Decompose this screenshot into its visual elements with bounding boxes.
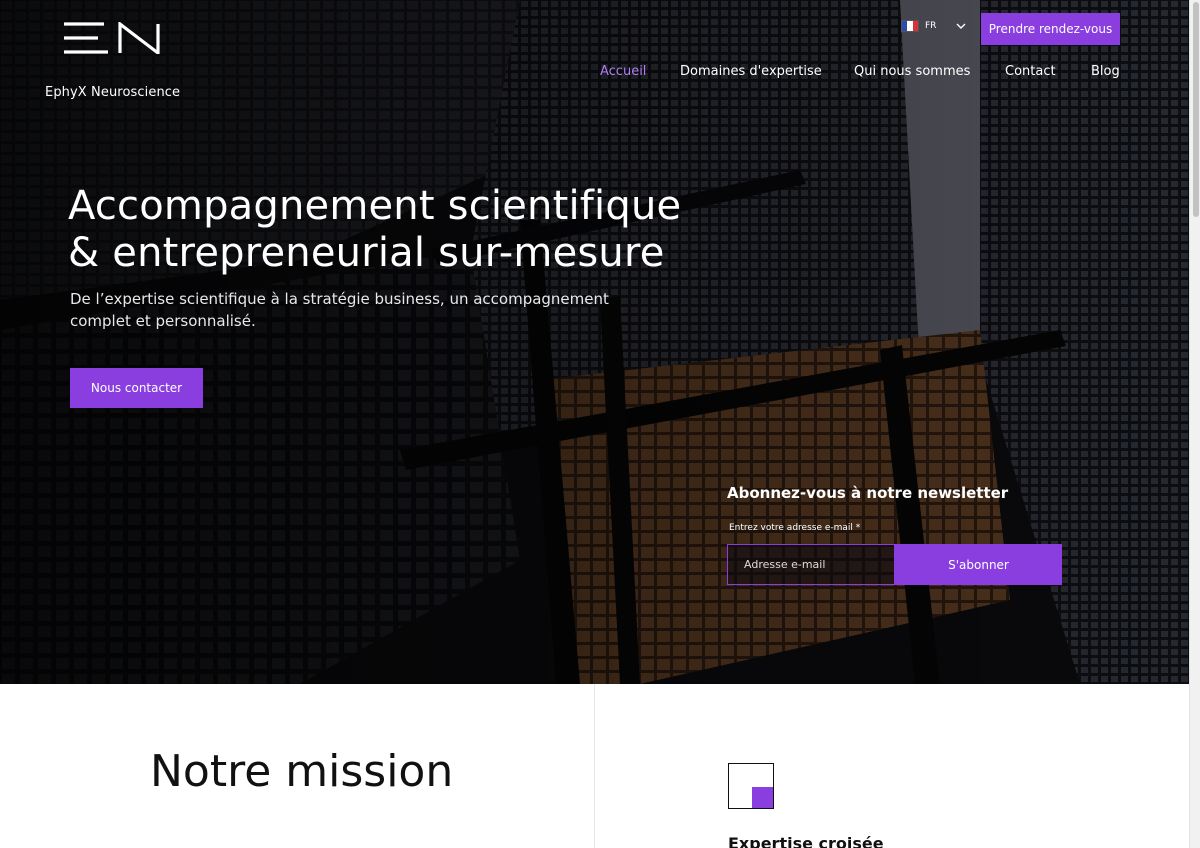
hero-headline: Accompagnement scientifique & entreprene… <box>68 183 681 277</box>
nav-item-accueil[interactable]: Accueil <box>600 64 646 79</box>
language-selector[interactable]: FR <box>901 20 966 32</box>
hero-headline-line-1: Accompagnement scientifique <box>68 183 682 229</box>
mission-title: Notre mission <box>150 746 454 797</box>
nav-item-qui-nous-sommes[interactable]: Qui nous sommes <box>854 64 970 79</box>
feature-title: Expertise croisée <box>728 834 884 848</box>
newsletter-email-label: Entrez votre adresse e-mail * <box>729 523 861 533</box>
subscribe-button[interactable]: S'abonner <box>895 544 1062 585</box>
split-square-icon-fill <box>752 787 773 808</box>
nav-item-domaines-expertise[interactable]: Domaines d'expertise <box>680 64 822 79</box>
main-nav: Accueil Domaines d'expertise Qui nous so… <box>0 64 1189 84</box>
scrollbar-thumb[interactable] <box>1193 2 1199 217</box>
section-divider <box>594 684 595 848</box>
nav-item-blog[interactable]: Blog <box>1091 64 1120 79</box>
hero-subheadline: De l’expertise scientifique à la stratég… <box>70 290 609 330</box>
book-appointment-button[interactable]: Prendre rendez-vous <box>981 13 1120 45</box>
newsletter-email-input[interactable] <box>727 544 895 585</box>
contact-us-button[interactable]: Nous contacter <box>70 368 203 408</box>
hero-headline-line-2: & entrepreneurial sur-mesure <box>68 230 665 276</box>
chevron-down-icon <box>956 23 966 29</box>
en-monogram-logo-icon <box>64 22 160 54</box>
page-scrollbar[interactable] <box>1189 0 1200 848</box>
newsletter-title: Abonnez-vous à notre newsletter <box>727 484 1009 502</box>
language-code: FR <box>925 21 937 31</box>
hero-section: EphyX Neuroscience FR Prendre rendez-vou… <box>0 0 1189 684</box>
brand-name: EphyX Neuroscience <box>45 85 181 100</box>
france-flag-icon <box>901 20 919 32</box>
nav-item-contact[interactable]: Contact <box>1005 64 1056 79</box>
split-square-icon <box>728 763 774 809</box>
mission-section: Notre mission Expertise croisée <box>0 684 1189 848</box>
